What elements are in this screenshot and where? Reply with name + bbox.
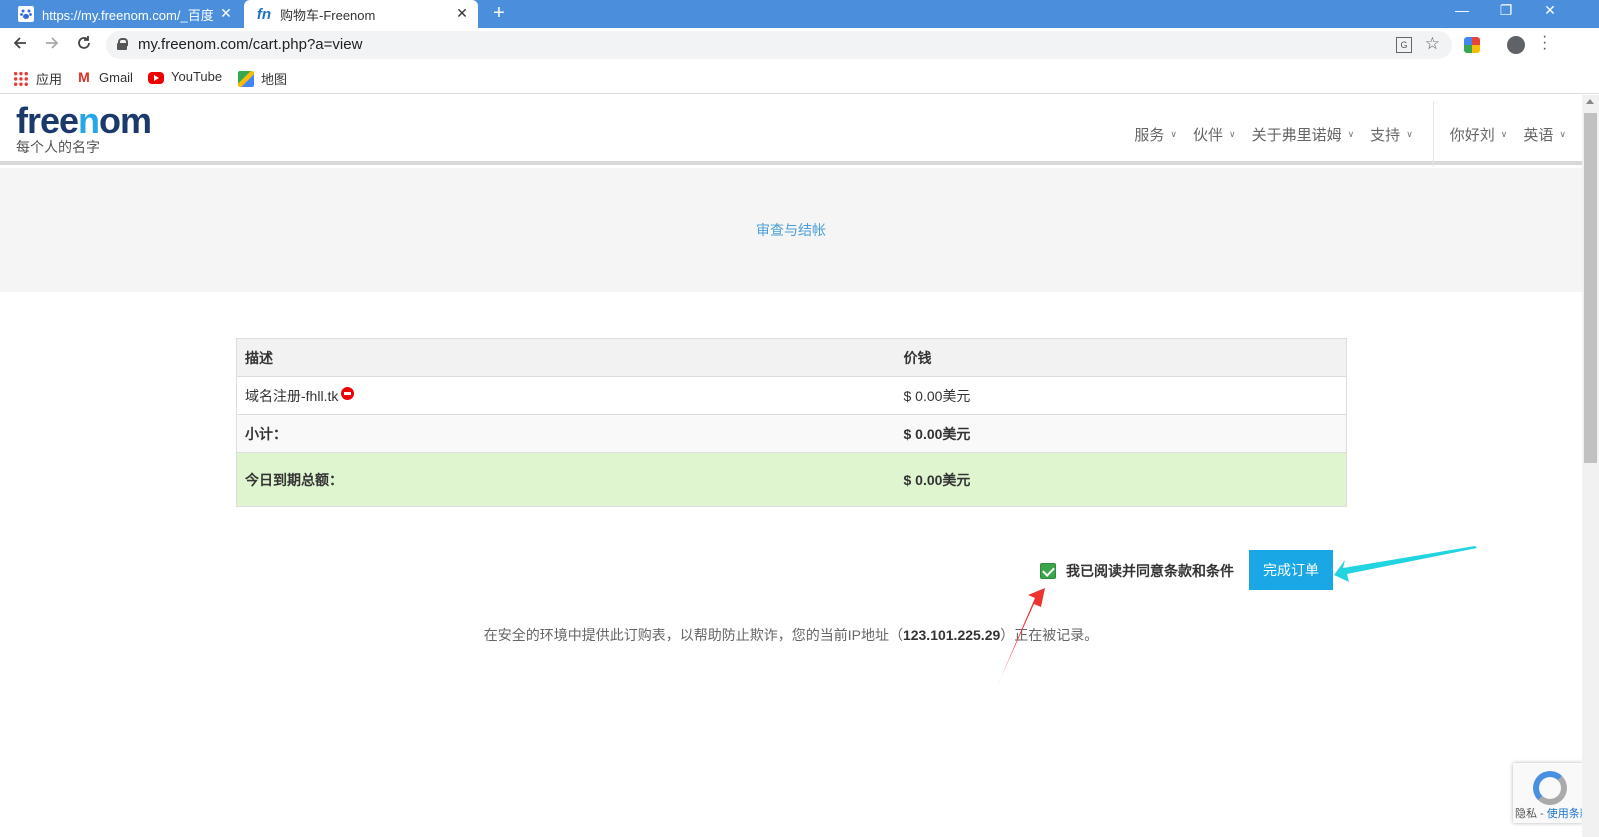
menu-dots-icon[interactable]: · · · [1542,29,1547,57]
chevron-down-icon: ∨ [1406,128,1413,139]
tab-baidu[interactable]: https://my.freenom.com/_百度 ✕ [6,0,242,28]
remove-item-icon[interactable] [341,386,355,400]
browser-window: https://my.freenom.com/_百度 ✕ fn 购物车-Free… [0,0,1599,837]
notice-prefix: 在安全的环境中提供此订购表，以帮助防止欺诈，您的当前IP地址（ [483,627,903,643]
maps-icon [238,70,254,87]
item-name: 域名注册-fhll.tk [245,387,339,404]
restore-button[interactable]: ❐ [1484,0,1528,28]
bookmark-apps[interactable]: 应用 [13,69,62,88]
bookmark-label: 应用 [36,72,63,87]
item-price: $ 0.00美元 [895,376,1347,415]
url-text: my.freenom.com/cart.php?a=view [138,36,363,53]
window-close-button[interactable]: ✕ [1528,0,1572,28]
nav-label: 支持 [1370,126,1401,144]
terms-agreement: 我已阅读并同意条款和条件 [1040,561,1234,581]
back-arrow-icon[interactable] [8,33,32,57]
recaptcha-icon [1533,771,1567,805]
nav-divider [1432,101,1434,167]
new-tab-button[interactable]: + [487,2,511,26]
subtotal-row: 小计： $ 0.00美元 [236,414,1347,453]
cart-table: 描述 价钱 域名注册-fhll.tk $ 0.00美元 小计： $ 0.00美元… [236,338,1347,507]
recaptcha-separator: - [1537,808,1547,820]
close-tab-icon[interactable]: ✕ [218,5,234,22]
scroll-up-arrow-icon[interactable] [1586,99,1594,104]
chevron-down-icon: ∨ [1347,128,1355,139]
nav-language[interactable]: 英语 ∨ [1523,124,1566,145]
ip-address: 123.101.225.29 [902,627,1001,643]
nav-partners[interactable]: 伙伴 ∨ [1193,124,1236,145]
baidu-paw-icon [18,6,34,22]
bookmark-label: Gmail [99,69,133,85]
bookmark-label: 地图 [261,72,288,87]
close-tab-icon[interactable]: ✕ [454,5,470,22]
page-title: 审查与结帐 [756,222,826,238]
minimize-button[interactable]: — [1440,0,1484,28]
nav-services[interactable]: 服务 ∨ [1134,124,1177,145]
nav-label: 服务 [1134,126,1165,144]
table-header-row: 描述 价钱 [236,338,1347,377]
address-bar[interactable]: my.freenom.com/cart.php?a=view G ☆ [106,31,1452,59]
subtotal-value: $ 0.00美元 [895,414,1347,453]
notice-suffix: ）正在被记录。 [1000,627,1099,643]
youtube-icon [148,71,164,84]
site-header: freenom 每个人的名字 服务 ∨ 伙伴 ∨ 关于弗里诺姆 ∨ 支持 ∨ 你好刘 ∨ … [0,95,1582,167]
terms-label[interactable]: 我已阅读并同意条款和条件 [1066,561,1234,581]
apps-grid-icon [13,70,29,87]
freenom-fn-icon: fn [256,5,272,23]
tab-freenom-cart[interactable]: fn 购物车-Freenom ✕ [244,0,478,28]
page-scrollbar[interactable] [1582,95,1599,837]
extension-icon[interactable] [1464,37,1480,53]
bookmark-gmail[interactable]: M Gmail [76,69,133,85]
bookmark-maps[interactable]: 地图 [238,69,287,88]
nav-about[interactable]: 关于弗里诺姆 ∨ [1252,124,1355,145]
recaptcha-badge[interactable]: 隐私 - 使用条款 [1513,763,1591,823]
nav-label: 英语 [1523,126,1554,144]
page-hero: 审查与结帐 [0,168,1582,292]
bookmarks-bar: 应用 M Gmail YouTube 地图 [0,62,1599,94]
translate-icon[interactable]: G [1396,37,1412,53]
reload-icon[interactable] [72,33,96,57]
forward-arrow-icon[interactable] [40,33,64,57]
tab-strip: https://my.freenom.com/_百度 ✕ fn 购物车-Free… [0,0,1599,28]
gmail-icon: M [78,69,90,85]
header-description: 描述 [236,338,896,377]
scrollbar-thumb[interactable] [1584,113,1597,463]
total-value: $ 0.00美元 [895,452,1347,507]
complete-order-button[interactable]: 完成订单 [1249,550,1333,590]
chevron-down-icon: ∨ [1170,128,1177,139]
page-viewport: freenom 每个人的名字 服务 ∨ 伙伴 ∨ 关于弗里诺姆 ∨ 支持 ∨ 你好刘 ∨ … [0,95,1599,837]
logo-wordmark: freenom [16,100,152,141]
tab-title: 购物车-Freenom [280,7,376,23]
total-label: 今日到期总额： [236,452,896,507]
freenom-logo[interactable]: freenom 每个人的名字 [16,100,152,157]
bookmark-star-icon[interactable]: ☆ [1425,34,1440,54]
chevron-down-icon: ∨ [1228,128,1236,139]
recaptcha-links: 隐私 - 使用条款 [1515,805,1591,821]
bookmark-label: YouTube [171,69,223,84]
nav-support[interactable]: 支持 ∨ [1370,124,1413,145]
item-description: 域名注册-fhll.tk [236,376,896,415]
tab-title: https://my.freenom.com/_百度 [42,7,214,23]
browser-toolbar: my.freenom.com/cart.php?a=view G ☆ · · · [0,28,1599,62]
terms-checkbox[interactable] [1040,563,1056,579]
table-row: 域名注册-fhll.tk $ 0.00美元 [236,376,1347,415]
nav-label: 你好刘 [1449,126,1495,144]
lock-icon [117,38,128,50]
total-row: 今日到期总额： $ 0.00美元 [236,452,1347,507]
security-notice: 在安全的环境中提供此订购表，以帮助防止欺诈，您的当前IP地址（123.101.2… [0,625,1582,645]
main-nav: 服务 ∨ 伙伴 ∨ 关于弗里诺姆 ∨ 支持 ∨ 你好刘 ∨ 英语 ∨ [1118,101,1566,167]
nav-label: 关于弗里诺姆 [1251,126,1342,144]
chevron-down-icon: ∨ [1500,128,1508,139]
bookmark-youtube[interactable]: YouTube [148,69,222,84]
profile-avatar-icon[interactable] [1507,36,1525,54]
privacy-link[interactable]: 隐私 [1515,808,1537,820]
chevron-down-icon: ∨ [1559,128,1566,139]
subtotal-label: 小计： [236,414,896,453]
nav-account[interactable]: 你好刘 ∨ [1450,124,1508,145]
nav-label: 伙伴 [1192,126,1223,144]
header-price: 价钱 [895,338,1347,377]
